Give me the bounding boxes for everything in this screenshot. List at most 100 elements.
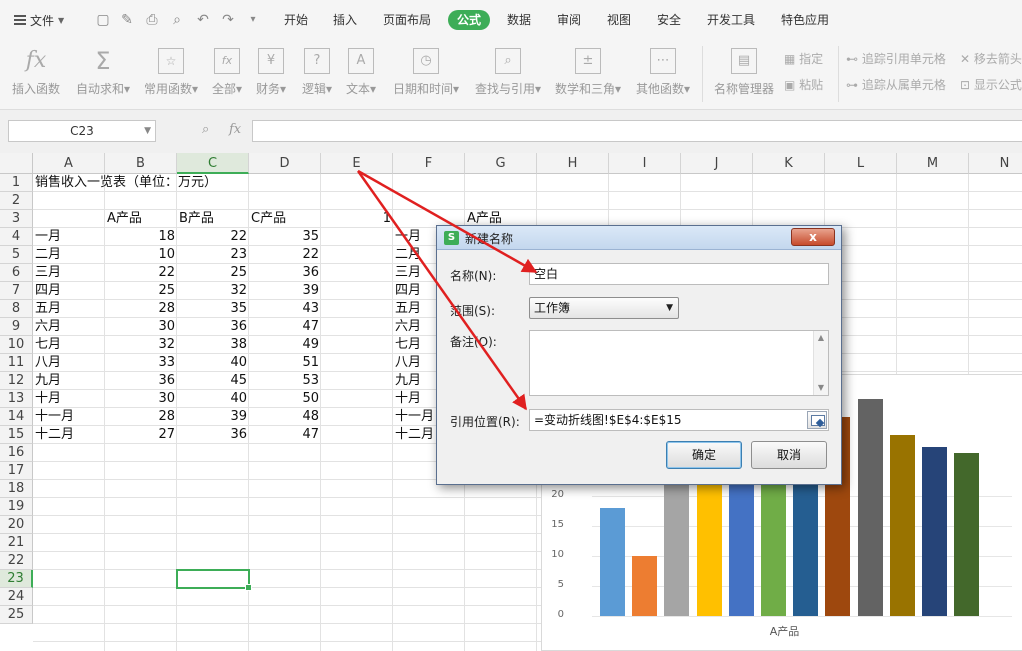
row-header-17[interactable]: 17 xyxy=(0,462,33,480)
cell-37[interactable]: 39 xyxy=(251,282,319,300)
column-header-F[interactable]: F xyxy=(393,153,465,174)
cell-08[interactable]: 五月 xyxy=(35,300,103,318)
trace-dependents-button[interactable]: ⊶ 追踪从属单元格 xyxy=(846,76,946,94)
cell-310[interactable]: 49 xyxy=(251,336,319,354)
cell-05[interactable]: 二月 xyxy=(35,246,103,264)
column-header-M[interactable]: M xyxy=(897,153,969,174)
row-header-12[interactable]: 12 xyxy=(0,372,33,390)
insert-function-button[interactable]: fx 插入函数 xyxy=(8,46,64,102)
cell-04[interactable]: 一月 xyxy=(35,228,103,246)
save-icon[interactable]: ▢ xyxy=(95,12,111,28)
datetime-button[interactable]: ◷ 日期和时间▾ xyxy=(390,46,462,102)
column-header-L[interactable]: L xyxy=(825,153,897,174)
cell-211[interactable]: 40 xyxy=(179,354,247,372)
finance-button[interactable]: ¥ 财务▾ xyxy=(252,46,290,102)
cell-39[interactable]: 47 xyxy=(251,318,319,336)
cell-010[interactable]: 七月 xyxy=(35,336,103,354)
column-header-H[interactable]: H xyxy=(537,153,609,174)
name-box[interactable]: C23 ▼ xyxy=(8,120,156,142)
tab-1[interactable]: 插入 xyxy=(332,10,358,30)
cell-111[interactable]: 33 xyxy=(107,354,175,372)
cell-110[interactable]: 32 xyxy=(107,336,175,354)
cell-26[interactable]: 25 xyxy=(179,264,247,282)
cell-215[interactable]: 36 xyxy=(179,426,247,444)
row-header-18[interactable]: 18 xyxy=(0,480,33,498)
row-header-10[interactable]: 10 xyxy=(0,336,33,354)
chart-bar-3[interactable] xyxy=(696,465,722,616)
cell-28[interactable]: 35 xyxy=(179,300,247,318)
comment-textarea[interactable]: ▲ ▼ xyxy=(529,330,829,396)
row-header-25[interactable]: 25 xyxy=(0,606,33,624)
text-functions-button[interactable]: A 文本▾ xyxy=(342,46,380,102)
column-header-B[interactable]: B xyxy=(105,153,177,174)
remove-arrows-button[interactable]: ✕ 移去箭头 xyxy=(960,50,1022,68)
cell-210[interactable]: 38 xyxy=(179,336,247,354)
customize-toolbar-icon[interactable]: ▾ xyxy=(245,12,261,28)
refers-to-input[interactable]: =变动折线图!$E$4:$E$15 xyxy=(529,409,829,431)
common-functions-button[interactable]: ☆ 常用函数▾ xyxy=(140,46,202,102)
row-header-15[interactable]: 15 xyxy=(0,426,33,444)
print-preview-icon[interactable]: ⌕ xyxy=(169,12,185,28)
row-header-3[interactable]: 3 xyxy=(0,210,33,228)
column-header-N[interactable]: N xyxy=(969,153,1022,174)
select-all-corner[interactable] xyxy=(0,153,33,174)
chart-bar-11[interactable] xyxy=(954,453,980,616)
cell-38[interactable]: 43 xyxy=(251,300,319,318)
cell-114[interactable]: 28 xyxy=(107,408,175,426)
row-header-23[interactable]: 23 xyxy=(0,570,33,588)
paste-name-button[interactable]: ▣ 粘贴 xyxy=(784,76,823,94)
cell-09[interactable]: 六月 xyxy=(35,318,103,336)
cell-14[interactable]: 18 xyxy=(107,228,175,246)
cell-014[interactable]: 十一月 xyxy=(35,408,103,426)
row-header-5[interactable]: 5 xyxy=(0,246,33,264)
chart-bar-10[interactable] xyxy=(922,447,947,616)
row-header-13[interactable]: 13 xyxy=(0,390,33,408)
file-menu[interactable]: 文件 ▼ xyxy=(14,10,64,30)
cell-011[interactable]: 八月 xyxy=(35,354,103,372)
row-header-16[interactable]: 16 xyxy=(0,444,33,462)
formula-input[interactable] xyxy=(252,120,1022,142)
scope-select[interactable]: 工作簿 ▼ xyxy=(529,297,679,319)
row-header-2[interactable]: 2 xyxy=(0,192,33,210)
dialog-titlebar[interactable]: S 新建名称 x xyxy=(437,226,841,250)
tab-0[interactable]: 开始 xyxy=(283,10,309,30)
ok-button[interactable]: 确定 xyxy=(666,441,742,469)
scroll-up-icon[interactable]: ▲ xyxy=(814,331,828,345)
cell-015[interactable]: 十二月 xyxy=(35,426,103,444)
redo-icon[interactable]: ↷ xyxy=(220,12,236,28)
cell-06[interactable]: 三月 xyxy=(35,264,103,282)
cell-214[interactable]: 39 xyxy=(179,408,247,426)
row-header-21[interactable]: 21 xyxy=(0,534,33,552)
column-header-A[interactable]: A xyxy=(33,153,105,174)
row-header-19[interactable]: 19 xyxy=(0,498,33,516)
cell-115[interactable]: 27 xyxy=(107,426,175,444)
fx-icon[interactable]: fx xyxy=(229,122,241,137)
format-painter-icon[interactable]: ✎ xyxy=(119,12,135,28)
row-header-6[interactable]: 6 xyxy=(0,264,33,282)
cell-311[interactable]: 51 xyxy=(251,354,319,372)
cell-33[interactable]: C产品 xyxy=(251,210,319,228)
column-header-I[interactable]: I xyxy=(609,153,681,174)
column-header-K[interactable]: K xyxy=(753,153,825,174)
cell-18[interactable]: 28 xyxy=(107,300,175,318)
cell-01[interactable]: 销售收入一览表（单位：万元） xyxy=(35,174,295,192)
autosum-button[interactable]: Σ 自动求和▾ xyxy=(72,46,134,102)
cell-24[interactable]: 22 xyxy=(179,228,247,246)
chart-bar-8[interactable] xyxy=(857,399,883,616)
cell-314[interactable]: 48 xyxy=(251,408,319,426)
chart-bar-9[interactable] xyxy=(889,435,915,616)
undo-icon[interactable]: ↶ xyxy=(195,12,211,28)
cell-34[interactable]: 35 xyxy=(251,228,319,246)
print-icon[interactable]: ⎙ xyxy=(144,12,160,28)
math-button[interactable]: ± 数学和三角▾ xyxy=(552,46,624,102)
column-header-E[interactable]: E xyxy=(321,153,393,174)
cancel-button[interactable]: 取消 xyxy=(751,441,827,469)
cell-012[interactable]: 九月 xyxy=(35,372,103,390)
cell-213[interactable]: 40 xyxy=(179,390,247,408)
cell-07[interactable]: 四月 xyxy=(35,282,103,300)
cell-15[interactable]: 10 xyxy=(107,246,175,264)
scroll-down-icon[interactable]: ▼ xyxy=(814,381,828,395)
cell-27[interactable]: 32 xyxy=(179,282,247,300)
specify-button[interactable]: ▦ 指定 xyxy=(784,50,823,68)
tab-5[interactable]: 审阅 xyxy=(556,10,582,30)
